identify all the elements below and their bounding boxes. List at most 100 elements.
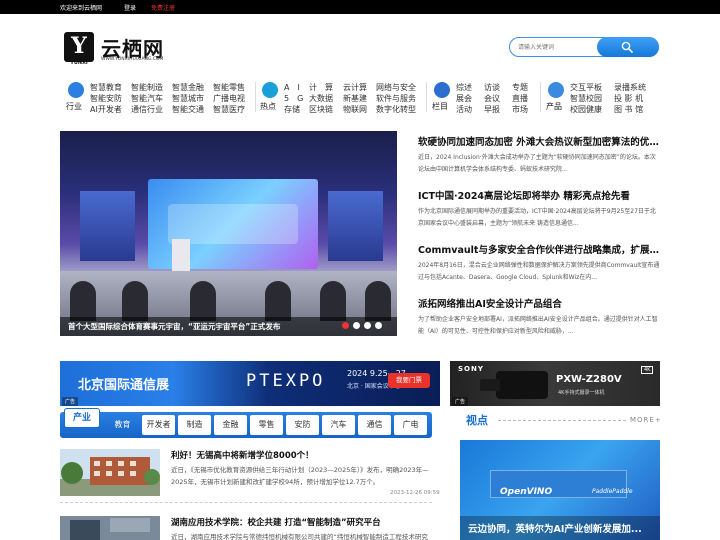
nav-item[interactable]: 智慧城市 [172,93,204,104]
nav-item[interactable]: 计 算 [309,82,333,93]
viewpoint-caption-text[interactable]: 云边协同，英特尔为AI产业创新发展加... [468,521,642,535]
category-nav: 行业 智慧教育 智能制造 智慧金融 智能零售 智能安防 智能汽车 智慧城市 广播… [60,80,660,114]
nav-item[interactable]: 投 影 机 [614,93,643,104]
nav-item[interactable]: 软件与服务 [376,93,416,104]
audience-figure [70,281,96,321]
tab-broadcast[interactable]: 广电 [394,415,427,435]
nav-item[interactable]: 智慧金融 [172,82,204,93]
nav-item[interactable]: 市场 [512,104,528,115]
nav-item[interactable]: 物联网 [343,104,367,115]
news-thumbnail[interactable] [60,449,160,496]
nav-item[interactable]: 录播系统 [614,82,646,93]
tab-security[interactable]: 安防 [286,415,319,435]
nav-item[interactable]: 智慧校园 [570,93,602,104]
headline-title[interactable]: ICT中国·2024高层论坛即将举办 精彩亮点抢先看 [418,188,660,202]
audience-figure [190,281,216,321]
nav-item[interactable]: 智慧医疗 [213,104,245,115]
tab-finance[interactable]: 金融 [214,415,247,435]
ticket-button[interactable]: 我要门票 [388,373,430,388]
viewpoint-feature[interactable]: OpenVINO PaddlePaddle 云边协同，英特尔为AI产业创新发展加… [460,440,660,540]
expo-banner-ad[interactable]: 北京国际通信展 PTEXPO 2024 9.25—27 北京 · 国家会议中心 … [60,361,440,406]
nav-item[interactable]: 智能安防 [90,93,122,104]
slider-dot[interactable] [342,322,349,329]
nav-item[interactable]: 通信行业 [131,104,163,115]
nav-item[interactable]: 新基建 [343,93,367,104]
tab-telecom[interactable]: 通信 [358,415,391,435]
nav-item[interactable]: 展会 [456,93,472,104]
nav-group-label[interactable]: 热点 [260,101,276,112]
nav-item[interactable]: 智能制造 [131,82,163,93]
sony-model: PXW-Z280V [556,374,622,385]
slider-dot[interactable] [364,322,371,329]
nav-item[interactable]: 智能零售 [213,82,245,93]
sony-ad[interactable]: SONY PXW-Z280V 4K手持式摄录一体机 4K 广告 [450,361,660,406]
site-logo-icon[interactable] [64,32,94,62]
tab-retail[interactable]: 零售 [250,415,283,435]
headline-title[interactable]: Commvault与多家安全合作伙伴进行战略集成，扩展网络... [418,242,660,256]
news-title[interactable]: 湖南应用技术学院：校企共建 打造“智能制造”研究平台 [171,516,381,528]
stage-screen-right [328,191,383,261]
nav-item[interactable]: 校园健康 [570,104,602,115]
news-thumbnail[interactable] [60,516,160,540]
nav-item[interactable]: 交互平板 [570,82,602,93]
tab-industry-main[interactable]: 产业 [64,408,100,428]
hero-slider[interactable]: 首个大型国际综合体育赛事元宇宙，“亚运元宇宙平台”正式发布 [60,131,397,336]
nav-item[interactable]: 访谈 [484,82,500,93]
nav-item[interactable]: 数字化转型 [376,104,416,115]
nav-item[interactable]: 大数据 [309,93,333,104]
nav-item[interactable]: 会议 [484,93,500,104]
nav-group-label[interactable]: 产品 [546,101,562,112]
search-input[interactable] [518,40,608,54]
nav-item[interactable]: 区块链 [309,104,333,115]
headline-title[interactable]: 软硬协同加速同态加密 外滩大会热议新型加密算法的优化... [418,134,660,148]
headline-item[interactable]: 软硬协同加速同态加密 外滩大会热议新型加密算法的优化... 近日，2024 In… [418,134,660,175]
news-desc: 近日，湖南应用技术学院与常德纬恒机械有限公司共建的“纬恒机械智能制造工程技术研究… [171,533,428,540]
login-link[interactable]: 登录 [124,3,136,12]
industry-tabs: 产业 教育 开发者 制造 金融 零售 安防 汽车 通信 广电 [60,408,432,438]
nav-item[interactable]: 智能交通 [172,104,204,115]
tab-developer[interactable]: 开发者 [142,415,175,435]
nav-item[interactable]: AI开发者 [90,104,122,115]
headline-item[interactable]: 派拓网络推出AI安全设计产品组合 为了帮助企业客户安全地部署AI，派拓网络推出A… [418,296,660,337]
news-title[interactable]: 利好！无锡高中将新增学位8000个！ [171,449,314,461]
news-desc: 近日，《无锡市优化教育资源供给三年行动计划（2023—2025年）》发布，明确2… [171,466,429,486]
nav-item[interactable]: 5 G [284,93,303,104]
slider-caption-text[interactable]: 首个大型国际综合体育赛事元宇宙，“亚运元宇宙平台”正式发布 [68,321,280,332]
nav-item[interactable]: 图 书 馆 [614,104,643,115]
nav-item[interactable]: 智能汽车 [131,93,163,104]
slider-dot[interactable] [375,322,382,329]
nav-item[interactable]: A I [284,82,300,93]
tab-auto[interactable]: 汽车 [322,415,355,435]
openvino-logo: OpenVINO [500,487,553,497]
audience-figure [365,281,391,321]
nav-group-industry: 行业 智慧教育 智能制造 智慧金融 智能零售 智能安防 智能汽车 智慧城市 广播… [66,80,256,114]
slider-dot[interactable] [353,322,360,329]
nav-item[interactable]: 专题 [512,82,528,93]
nav-item[interactable]: 云计算 [343,82,367,93]
headline-desc: 为了帮助企业客户安全地部署AI，派拓网络推出AI安全设计产品组合。通过提供针对人… [418,316,658,335]
nav-item[interactable]: 智慧教育 [90,82,122,93]
headline-item[interactable]: ICT中国·2024高层论坛即将举办 精彩亮点抢先看 作为北京国际通信展同期举办… [418,188,660,229]
nav-item[interactable]: 网络与安全 [376,82,416,93]
viewpoint-caption[interactable]: 云边协同，英特尔为AI产业创新发展加... [460,516,660,540]
search-icon [621,41,633,53]
nav-item[interactable]: 综述 [456,82,472,93]
tab-education[interactable]: 教育 [106,415,139,435]
tab-manufacturing[interactable]: 制造 [178,415,211,435]
headline-item[interactable]: Commvault与多家安全合作伙伴进行战略集成，扩展网络... 2024年8月… [418,242,660,283]
search-button[interactable] [597,37,659,57]
nav-item[interactable]: 广播电视 [213,93,245,104]
viewpoint-more-link[interactable]: MORE+ [630,416,662,424]
nav-item[interactable]: 直播 [512,93,528,104]
stage-screen-left [80,191,135,261]
headline-desc: 近日，2024 Inclusion·外滩大会成功举办了主题为“软硬协同加速同态加… [418,154,656,173]
nav-item[interactable]: 存储 [284,104,300,115]
register-link[interactable]: 免费注册 [151,3,175,12]
top-bar: 欢迎来到云栖网 登录 免费注册 [0,0,720,14]
nav-item[interactable]: 活动 [456,104,472,115]
nav-item[interactable]: 早报 [484,104,500,115]
headline-title[interactable]: 派拓网络推出AI安全设计产品组合 [418,296,660,310]
nav-group-label[interactable]: 栏目 [432,101,448,112]
nav-group-label[interactable]: 行业 [66,101,82,112]
nav-divider [255,82,256,112]
